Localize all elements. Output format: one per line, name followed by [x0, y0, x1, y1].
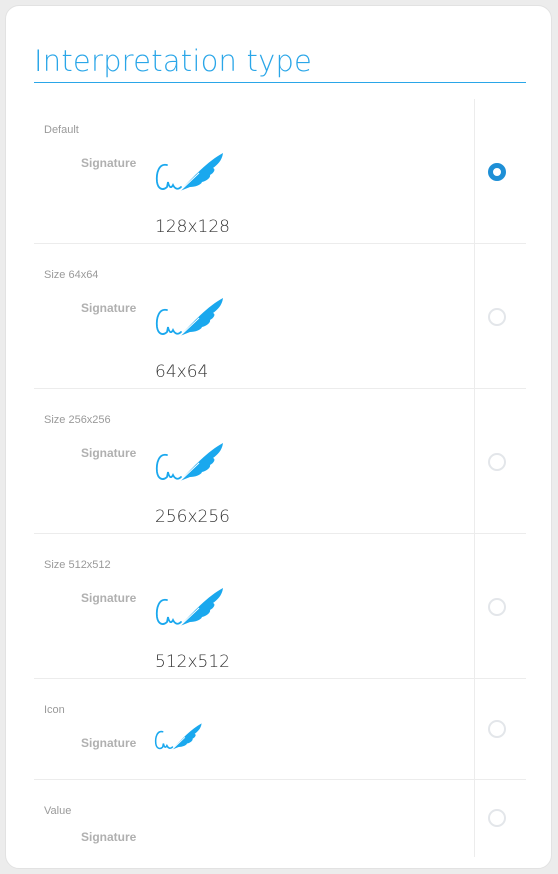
page-title: Interpretation type	[34, 44, 313, 78]
option-row-icon[interactable]: Icon Signature	[34, 679, 526, 780]
size-text: 512x512	[155, 652, 230, 672]
radio-size-512[interactable]	[488, 598, 506, 616]
field-label: Signature	[81, 830, 137, 844]
option-label: Size 64x64	[44, 269, 99, 281]
option-label: Size 512x512	[44, 559, 111, 571]
option-row-256[interactable]: Size 256x256 Signature 256x256	[34, 389, 526, 534]
option-label: Size 256x256	[44, 414, 111, 426]
option-label: Value	[44, 805, 72, 817]
option-row-default[interactable]: Default Signature 128x128	[34, 99, 526, 244]
option-row-value[interactable]: Value Signature	[34, 780, 526, 857]
option-label: Default	[44, 124, 79, 136]
signature-quill-icon	[155, 153, 223, 192]
radio-default[interactable]	[488, 163, 506, 181]
field-label: Signature	[81, 156, 137, 170]
column-divider	[474, 99, 475, 243]
column-divider	[474, 244, 475, 388]
option-row-512[interactable]: Size 512x512 Signature 512x512	[34, 534, 526, 679]
size-text: 128x128	[155, 217, 230, 237]
radio-icon[interactable]	[488, 720, 506, 738]
signature-quill-icon	[155, 298, 223, 337]
field-label: Signature	[81, 446, 137, 460]
option-label: Icon	[44, 704, 65, 716]
title-underline	[34, 82, 526, 83]
signature-quill-icon	[155, 588, 223, 627]
option-row-64[interactable]: Size 64x64 Signature 64x64	[34, 244, 526, 389]
interpretation-type-card: Interpretation type Default Signature 12…	[5, 5, 552, 869]
column-divider	[474, 679, 475, 779]
column-divider	[474, 534, 475, 678]
size-text: 256x256	[155, 507, 230, 527]
radio-value[interactable]	[488, 809, 506, 827]
column-divider	[474, 389, 475, 533]
size-text: 64x64	[155, 362, 209, 382]
options-list: Default Signature 128x128 Size 64x64 Sig…	[34, 99, 526, 857]
field-label: Signature	[81, 301, 137, 315]
radio-size-64[interactable]	[488, 308, 506, 326]
field-label: Signature	[81, 591, 137, 605]
radio-size-256[interactable]	[488, 453, 506, 471]
signature-quill-icon	[154, 723, 202, 751]
column-divider	[474, 780, 475, 857]
signature-quill-icon	[155, 443, 223, 482]
field-label: Signature	[81, 736, 137, 750]
